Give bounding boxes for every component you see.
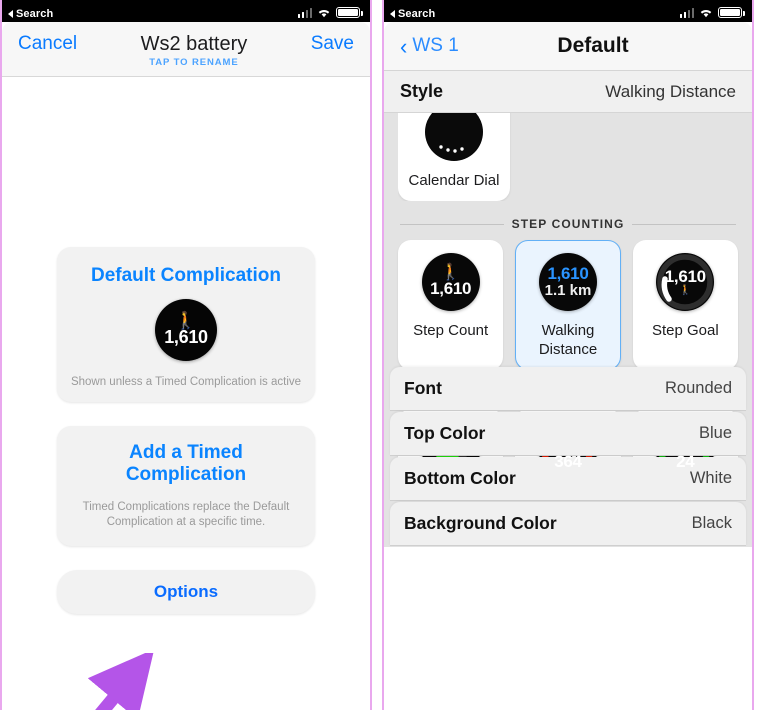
status-bar-indicators [297,7,363,20]
default-complication-card[interactable]: Default Complication 🚶 1,610 Shown unles… [57,247,315,402]
settings-row-background-color-value: Black [691,514,732,532]
tile-step-goal-label: Step Goal [651,322,719,339]
chevron-left-icon: ‹ [400,33,408,59]
add-timed-complication-title: Add a Timed Complication [125,442,247,485]
tile-walking-distance-sub: 1.1 km [544,282,592,299]
status-bar-back-label: Search [16,8,54,20]
status-bar-right: Search [384,0,752,22]
settings-row-font-value: Rounded [665,379,732,397]
step-count-face-icon: 🚶 1,610 [421,253,480,311]
divider-line [632,223,737,225]
section-header-step-counting: STEP COUNTING [400,217,737,231]
walking-person-icon: 🚶 [175,311,197,330]
tile-step-goal-value: 1,610 [664,267,706,286]
step-counting-tiles: 🚶 1,610 Step Count 1,610 1.1 km Walking … [398,240,738,370]
tap-to-rename-hint: TAP TO RENAME [149,57,239,68]
settings-row-background-color[interactable]: Background Color Black [390,502,746,546]
default-complication-preview: 🚶 1,610 [67,299,305,361]
left-phone-panel: Search Cancel Ws2 battery TAP TO RENAME … [0,0,372,710]
tile-calendar-dial[interactable]: Calendar Dial [398,113,510,201]
tile-walking-distance[interactable]: 1,610 1.1 km Walking Distance [515,240,621,370]
settings-row-bottom-color-value: White [689,469,732,487]
default-complication-note: Shown unless a Timed Complication is act… [70,376,302,388]
right-page-title: Default [557,34,629,57]
tile-walking-distance-value: 1,610 [547,264,589,283]
divider-line [400,223,504,225]
add-timed-complication-note: Timed Complications replace the Default … [82,501,290,528]
battery-icon [718,7,745,18]
right-phone-panel: Search ‹ WS 1 Default Style Walking Dist… [382,0,754,710]
save-button[interactable]: Save [311,32,354,56]
left-nav-bar: Cancel Ws2 battery TAP TO RENAME Save [2,22,370,77]
style-picker-scroll[interactable]: Calendar Dial STEP COUNTING 🚶 1,610 Step… [384,113,752,547]
walking-person-icon: 🚶 [679,285,692,296]
tile-step-count[interactable]: 🚶 1,610 Step Count [398,240,504,370]
tile-walking-distance-label: Walking Distance [538,322,598,358]
wifi-icon [317,7,331,18]
style-row-label: Style [400,81,444,101]
style-row-value: Walking Distance [605,81,736,101]
calendar-dial-icon [425,113,483,161]
wifi-icon [699,7,713,18]
step-goal-ring-icon: 1,610 🚶 [656,253,715,311]
settings-row-background-color-key: Background Color [404,513,557,533]
status-bar-left: Search [2,0,370,22]
tile-green-gauge-value: 24 [676,452,695,471]
section-title-step-counting: STEP COUNTING [511,217,625,231]
tile-step-count-value: 1,610 [430,279,472,298]
tile-step-count-label: Step Count [413,322,489,339]
default-face-value: 1,610 [164,327,208,347]
tile-step-goal[interactable]: 1,610 🚶 Step Goal [632,240,738,370]
default-complication-title: Default Complication [90,265,281,286]
signal-bars-icon [679,7,694,18]
settings-row-top-color[interactable]: Top Color Blue [390,412,746,456]
back-triangle-icon [8,10,13,18]
status-bar-back-label-right: Search [398,8,436,20]
right-nav-bar: ‹ WS 1 Default [384,22,752,71]
signal-bars-icon [297,7,312,18]
status-bar-back[interactable]: Search [8,8,53,20]
left-content: Default Complication 🚶 1,610 Shown unles… [2,247,370,710]
options-button[interactable]: Options [57,570,315,614]
status-bar-back-right[interactable]: Search [390,8,435,20]
settings-row-top-color-key: Top Color [404,423,486,443]
settings-row-top-color-value: Blue [698,424,732,442]
battery-icon [336,7,363,18]
cancel-button[interactable]: Cancel [18,32,77,56]
add-timed-complication-card[interactable]: Add a Timed Complication Timed Complicat… [57,426,315,546]
walking-distance-face-icon: 1,610 1.1 km [538,253,597,311]
left-nav-title-block[interactable]: Ws2 battery TAP TO RENAME [77,32,311,68]
back-triangle-icon [390,10,395,18]
tile-calendar-dial-label: Calendar Dial [408,172,500,189]
page-title: Ws2 battery [140,33,248,55]
screenshot-stage: Search Cancel Ws2 battery TAP TO RENAME … [0,0,758,710]
style-row[interactable]: Style Walking Distance [384,71,752,113]
status-bar-indicators-right [679,7,745,20]
step-count-face-icon: 🚶 1,610 [155,299,217,361]
settings-row-bottom-color-key: Bottom Color [404,468,516,488]
walking-person-icon: 🚶 [440,264,461,281]
settings-row-font[interactable]: Font Rounded [390,367,746,411]
tile-red-gauge-value: 364 [554,452,582,471]
annotation-arrow-icon [87,653,155,710]
settings-row-font-key: Font [404,378,442,398]
partial-tile-row: Calendar Dial [398,113,738,201]
